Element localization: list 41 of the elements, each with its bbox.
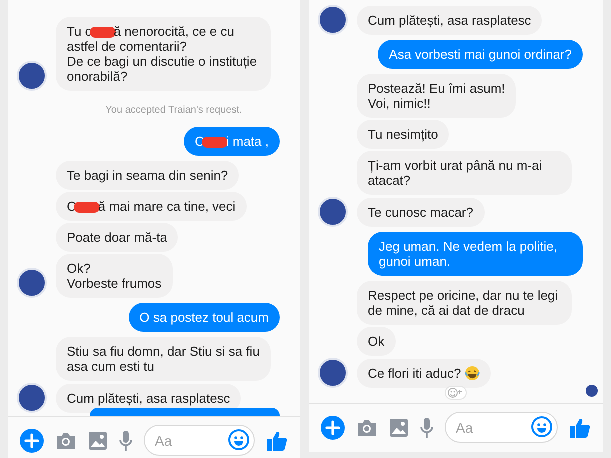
add-reaction-icon[interactable] <box>445 386 468 400</box>
message-field[interactable]: Aa <box>445 412 558 443</box>
emoji-icon[interactable] <box>531 416 553 438</box>
message-text: Respect pe oricine, dar nu te legi de mine, că ai dat de dracu <box>368 288 560 318</box>
redaction-mark <box>90 27 116 38</box>
microphone-icon[interactable] <box>119 430 133 452</box>
add-icon[interactable] <box>321 416 345 440</box>
message-text: Postează! Eu îmi asum! Voi, nimic!! <box>368 81 506 111</box>
avatar[interactable] <box>318 358 348 388</box>
thumbs-up-icon[interactable] <box>266 430 288 452</box>
message-text: Stiu sa fiu domn, dar Stiu si sa fiu asa cum esti tu <box>67 344 260 374</box>
message-text: O sa postez toul acum <box>140 310 269 325</box>
message-text: Poate doar mă-ta <box>67 230 168 245</box>
redaction-mark <box>74 202 100 214</box>
message-text: Cum plătești, asa rasplatesc <box>67 391 230 406</box>
system-notice: You accepted Traian's request. <box>106 104 242 118</box>
add-icon[interactable] <box>20 428 44 452</box>
avatar[interactable] <box>17 61 47 91</box>
thumbs-up-icon[interactable] <box>569 416 591 438</box>
message-field[interactable]: Aa <box>144 425 255 456</box>
message-text: Te bagi in seama din senin? <box>67 168 228 183</box>
microphone-icon[interactable] <box>420 416 434 438</box>
avatar[interactable] <box>318 5 348 35</box>
image-icon[interactable] <box>88 430 108 450</box>
message-text: Ce flori iti aduc? <box>368 366 462 381</box>
avatar[interactable] <box>17 268 47 298</box>
message-text: Ți-am vorbit urat până nu m-ai atacat? <box>368 158 544 188</box>
camera-icon[interactable] <box>55 432 77 450</box>
camera-icon[interactable] <box>356 418 378 436</box>
avatar[interactable] <box>17 383 47 413</box>
message-text: Ok <box>368 334 385 349</box>
message-text: Tu nesimțito <box>368 127 438 142</box>
redaction-mark <box>202 137 228 148</box>
message-text: Te cunosc macar? <box>368 205 474 220</box>
image-icon[interactable] <box>389 418 409 438</box>
emoji-icon[interactable] <box>228 429 250 451</box>
message-text: Ok? Vorbeste frumos <box>67 261 162 291</box>
message-text: Asa vorbesti mai gunoi ordinar? <box>389 47 572 62</box>
message-text: Cum plătești, asa rasplatesc <box>368 13 532 28</box>
avatar[interactable] <box>318 197 348 227</box>
message-text: Jeg uman. Ne vedem la politie, gunoi uman. <box>379 239 558 269</box>
